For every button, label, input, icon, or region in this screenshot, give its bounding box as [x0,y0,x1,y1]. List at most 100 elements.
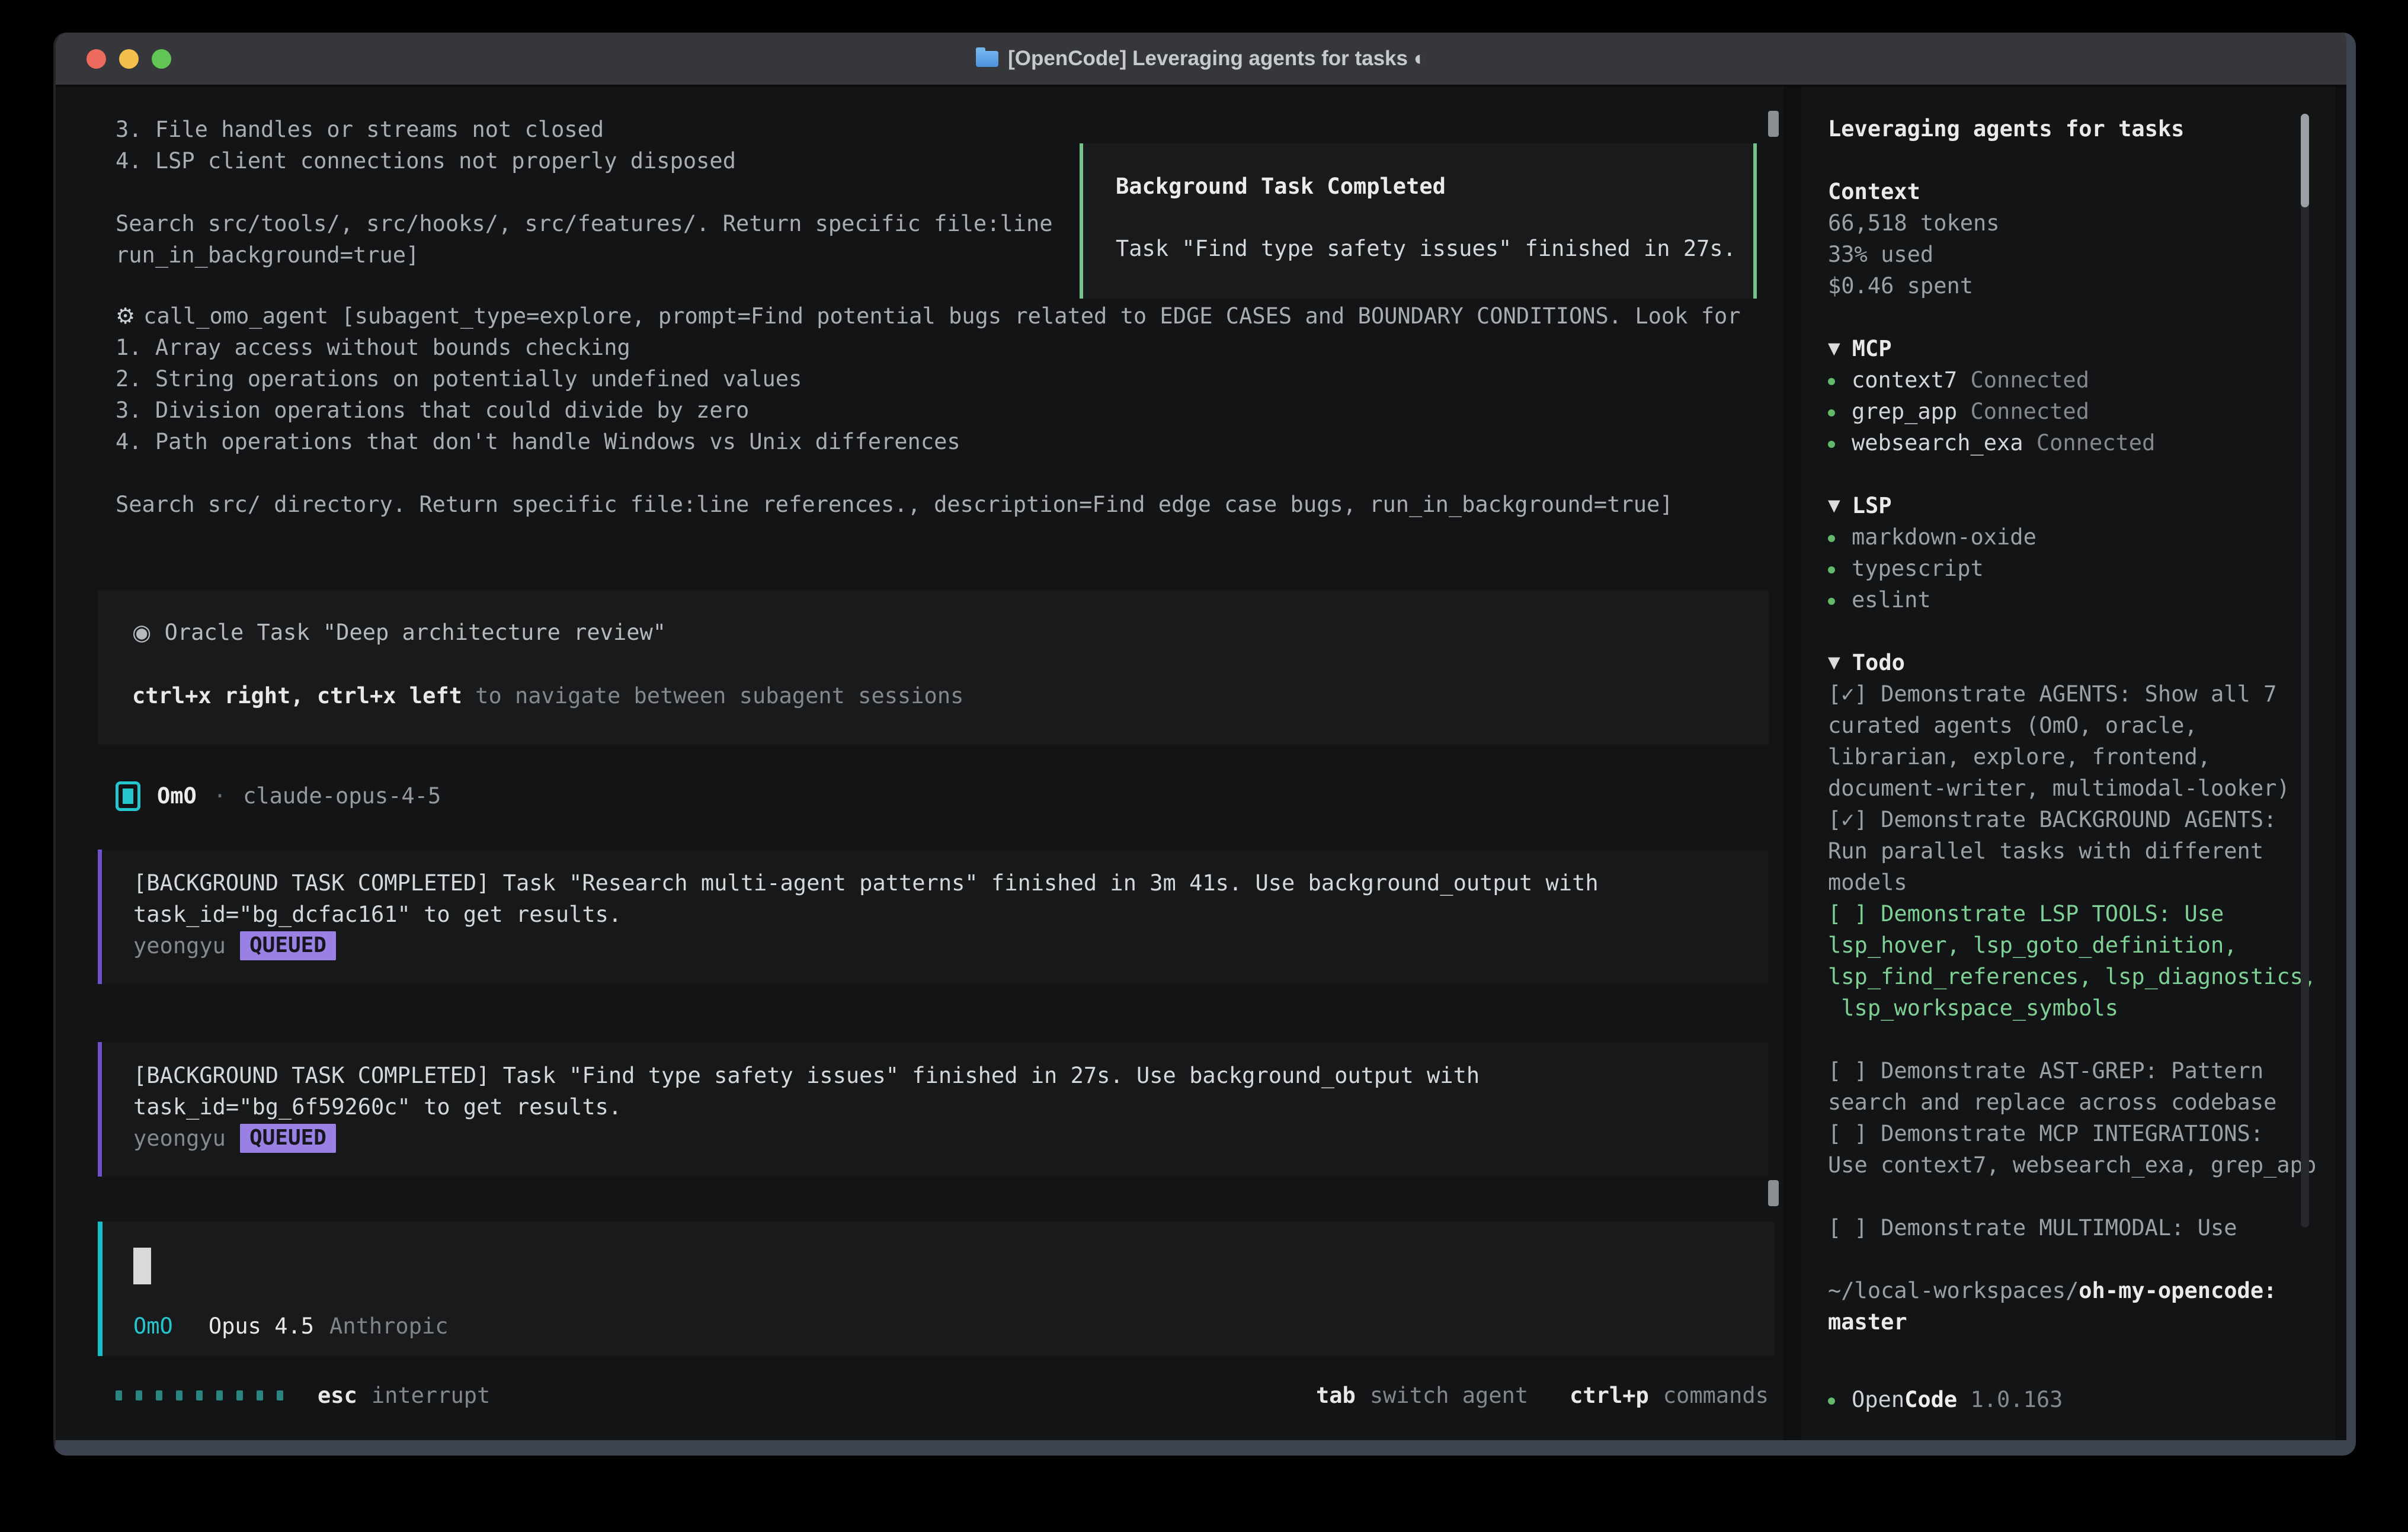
tab-key: tab [1316,1383,1356,1408]
status-dot-icon [1828,409,1835,416]
todo-item: [ ] Demonstrate MCP INTEGRATIONS:Use con… [1828,1118,2336,1181]
text-cursor [133,1248,151,1284]
tab-label: switch agent [1370,1383,1528,1408]
agent-model: claude-opus-4-5 [243,783,441,809]
todo-line: librarian, explore, frontend, [1828,741,2336,773]
chat-scrollbar-thumb[interactable] [1768,111,1779,137]
todo-line: curated agents (OmO, oracle, [1828,710,2336,741]
activity-dot [116,1390,122,1400]
agent-separator: · [213,783,226,809]
task-line1: [BACKGROUND TASK COMPLETED] Task "Find t… [133,1060,1769,1091]
text-line: 3. File handles or streams not closed [116,114,1053,145]
agent-header: OmO · claude-opus-4-5 [116,780,441,812]
task-author: yeongyu [133,1126,226,1151]
workspace-info: ~/local-workspaces/oh-my-opencode: maste… [1828,1275,2336,1338]
todo-item: [ ] Demonstrate AST-GREP: Patternsearch … [1828,1055,2336,1118]
input-agent-name: OmO [133,1313,173,1339]
todo-section-header[interactable]: ▼ Todo [1828,647,2336,678]
model-info-row: OmO Opus 4.5 Anthropic [133,1310,1775,1342]
esc-key: esc [318,1383,357,1408]
window-title: [OpenCode] Leveraging agents for tasks ◐ [1008,47,1426,70]
todo-line: [ ] Demonstrate AST-GREP: Pattern [1828,1055,2336,1086]
text-line: 4. Path operations that don't handle Win… [116,426,1741,457]
status-dot-icon [1828,566,1835,573]
ctrlp-key: ctrl+p [1570,1383,1649,1408]
lsp-section-header[interactable]: ▼ LSP [1828,490,2336,521]
text-line: Search src/tools/, src/hooks/, src/featu… [116,208,1053,239]
prompt-input[interactable]: OmO Opus 4.5 Anthropic [98,1222,1775,1356]
chevron-down-icon: ▼ [1828,333,1840,364]
ctrlp-label: commands [1663,1383,1769,1408]
todo-line: Use context7, websearch_exa, grep_app [1828,1149,2336,1181]
todo-item: [ ] Demonstrate MULTIMODAL: Use [1828,1212,2336,1243]
session-title: Leveraging agents for tasks [1828,113,2336,145]
mcp-item: grep_app Connected [1828,396,2336,427]
window-title-wrap: [OpenCode] Leveraging agents for tasks ◐ [976,47,1426,70]
tool-call-block: ⚙call_omo_agent [subagent_type=explore, … [116,300,1741,520]
content: 3. File handles or streams not closed4. … [56,87,2346,1440]
toast-title: Background Task Completed [1116,171,1753,202]
todo-list: [✓] Demonstrate AGENTS: Show all 7curate… [1828,678,2336,1243]
lsp-item: eslint [1828,584,2336,616]
workspace-branch: master [1828,1306,2336,1338]
mcp-section-header[interactable]: ▼ MCP [1828,333,2336,364]
text-line [116,457,1741,489]
todo-line: [✓] Demonstrate BACKGROUND AGENTS: [1828,804,2336,835]
sidebar: Leveraging agents for tasks Context 66,5… [1801,87,2336,1440]
background-task-message: [BACKGROUND TASK COMPLETED] Task "Find t… [98,1042,1769,1177]
context-tokens: 66,518 tokens [1828,207,2336,239]
activity-dot [277,1390,283,1400]
agent-square-icon [116,781,140,811]
status-dot-icon [1828,598,1835,605]
window-controls [87,33,171,85]
zoom-window-button[interactable] [152,49,171,69]
text-line: Search src/ directory. Return specific f… [116,489,1741,520]
context-spent: $0.46 spent [1828,270,2336,302]
text-line: run_in_background=true] [116,239,1053,271]
todo-line: [✓] Demonstrate AGENTS: Show all 7 [1828,678,2336,710]
task-line2: task_id="bg_6f59260c" to get results. [133,1091,1769,1123]
sidebar-scrollbar-track[interactable] [2301,114,2309,1227]
todo-line: models [1828,867,2336,898]
chevron-down-icon: ▼ [1828,647,1840,678]
sidebar-scrollbar-thumb[interactable] [2301,114,2309,207]
todo-line: [ ] Demonstrate MCP INTEGRATIONS: [1828,1118,2336,1149]
scrollback-text: 3. File handles or streams not closed4. … [116,114,1053,271]
task-meta-row: yeongyu QUEUED [133,930,1769,961]
oracle-task-panel: ◉ Oracle Task "Deep architecture review"… [98,591,1769,745]
lsp-item: typescript [1828,553,2336,584]
status-dot-icon [1828,1398,1835,1405]
text-line: 3. Division operations that could divide… [116,395,1741,426]
oracle-task-title: ◉ Oracle Task "Deep architecture review" [132,617,1769,648]
activity-dot [136,1390,142,1400]
terminal-window: [OpenCode] Leveraging agents for tasks ◐… [53,33,2356,1456]
lsp-item: markdown-oxide [1828,521,2336,553]
status-dot-icon [1828,378,1835,385]
esc-label: interrupt [372,1383,490,1408]
context-used: 33% used [1828,239,2336,270]
status-bar: esc interrupt tab switch agent ctrl+p co… [116,1380,1769,1411]
esc-hint: esc interrupt [318,1383,490,1408]
todo-item: [✓] Demonstrate BACKGROUND AGENTS:Run pa… [1828,804,2336,898]
activity-dot [216,1390,223,1400]
todo-line: lsp_hover, lsp_goto_definition, [1828,930,2336,961]
text-line: 2. String operations on potentially unde… [116,363,1741,395]
ctrlp-hint: ctrl+p commands [1570,1383,1769,1408]
agent-name: OmO [157,783,197,809]
todo-item: [✓] Demonstrate AGENTS: Show all 7curate… [1828,678,2336,804]
activity-dot [257,1390,263,1400]
todo-line: [ ] Demonstrate LSP TOOLS: Use [1828,898,2336,930]
close-window-button[interactable] [87,49,106,69]
text-line: 4. LSP client connections not properly d… [116,145,1053,177]
workspace-path: ~/local-workspaces/ [1828,1278,2079,1303]
titlebar: [OpenCode] Leveraging agents for tasks ◐ [56,33,2346,86]
tool-call-lines: 1. Array access without bounds checking2… [116,332,1741,520]
chat-scrollbar-thumb-lower[interactable] [1768,1180,1779,1206]
mcp-item: websearch_exa Connected [1828,427,2336,459]
activity-dot [156,1390,162,1400]
activity-dot [236,1390,243,1400]
status-dot-icon [1828,441,1835,448]
background-task-toast[interactable]: Background Task Completed Task "Find typ… [1080,143,1757,299]
fisheye-icon: ◉ [132,620,151,645]
minimize-window-button[interactable] [119,49,139,69]
